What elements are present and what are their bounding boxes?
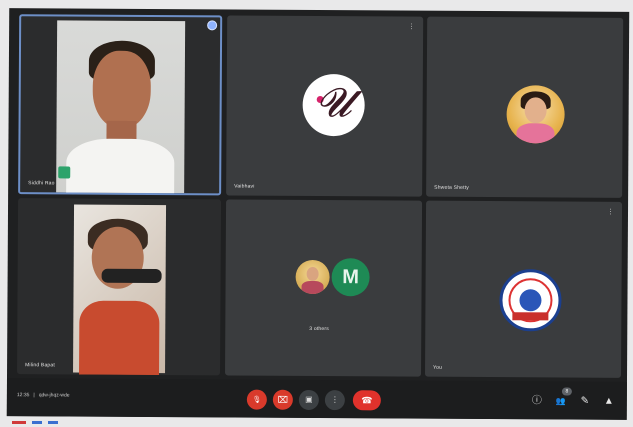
- pin-icon[interactable]: [207, 20, 218, 31]
- participant-video: [56, 20, 186, 196]
- people-icon: 👥: [555, 396, 566, 406]
- logo-core: [519, 289, 542, 312]
- info-icon: ⓘ: [531, 395, 542, 407]
- end-call-button[interactable]: ☎: [352, 390, 381, 411]
- meeting-info: 12:35 | qdw-jhqz-wde: [17, 392, 70, 398]
- mark-blue: [32, 421, 42, 424]
- participant-name: Milind Bapat: [25, 362, 56, 369]
- people-count-badge: 8: [561, 387, 572, 396]
- participant-grid: Siddhi Rao ⋮ 𝓤 Vaibhavi Shweta Shetty Mi…: [7, 8, 629, 380]
- tile-menu-icon[interactable]: ⋮: [408, 23, 415, 31]
- mic-active-icon: [58, 166, 71, 179]
- camera-off-icon: ⌧: [277, 394, 289, 405]
- activities-button[interactable]: ▲: [601, 392, 617, 412]
- present-icon: ▣: [305, 394, 313, 404]
- participant-name: Shweta Shetty: [434, 184, 470, 191]
- avatar-face: [524, 97, 547, 124]
- mark-red: [12, 421, 26, 424]
- avatar-body: [301, 280, 324, 295]
- mic-off-icon: 🎙: [252, 396, 262, 404]
- activities-icon: ▲: [603, 395, 614, 407]
- avatar: [506, 85, 565, 144]
- mic-toggle-button[interactable]: 🎙: [246, 389, 267, 410]
- avatar: [295, 259, 330, 295]
- participant-video: [73, 204, 167, 376]
- present-button[interactable]: ▣: [298, 389, 319, 411]
- meeting-details-button[interactable]: ⓘ: [529, 391, 545, 411]
- meeting-time: 12:35: [16, 392, 30, 399]
- person-glasses: [101, 268, 162, 284]
- avatar-face: [306, 266, 319, 282]
- participant-name: 3 others: [309, 325, 329, 333]
- meeting-separator: |: [33, 392, 35, 399]
- avatar-initial: M: [342, 266, 360, 289]
- participant-name: Siddhi Rao: [28, 180, 55, 187]
- chat-icon: ✎: [580, 395, 590, 407]
- logo-band: [512, 312, 549, 321]
- avatar-body: [516, 123, 555, 144]
- person-shirt: [66, 138, 175, 196]
- paper-edge-marks: [12, 421, 92, 425]
- tile-menu-icon[interactable]: ⋮: [607, 208, 614, 216]
- participant-name: You: [433, 364, 443, 371]
- meeting-code: qdw-jhqz-wde: [38, 392, 70, 399]
- people-button[interactable]: 👥 8: [553, 387, 572, 411]
- control-bar: 12:35 | qdw-jhqz-wde 🎙 ⌧ ▣ ⋮ ☎ ⓘ 👥 8 ✎ ▲: [6, 378, 627, 420]
- chat-button[interactable]: ✎: [577, 392, 593, 412]
- meet-screen: Siddhi Rao ⋮ 𝓤 Vaibhavi Shweta Shetty Mi…: [6, 8, 630, 420]
- avatar: [499, 269, 562, 332]
- mark-blue: [48, 421, 58, 424]
- person-body: [79, 300, 160, 376]
- person-face: [92, 50, 151, 129]
- more-options-button[interactable]: ⋮: [324, 390, 345, 411]
- logo-glyph: 𝓤: [315, 79, 352, 127]
- avatar: 𝓤: [302, 73, 365, 137]
- participant-tile-1[interactable]: Siddhi Rao: [18, 14, 223, 196]
- participant-tile-6[interactable]: ⋮ You: [425, 200, 623, 378]
- participant-tile-5[interactable]: M 3 others: [225, 199, 423, 377]
- more-options-icon: ⋮: [330, 395, 339, 405]
- participant-name: Vaibhavi: [234, 183, 255, 190]
- participant-tile-4[interactable]: Milind Bapat: [17, 198, 222, 376]
- participant-tile-2[interactable]: ⋮ 𝓤 Vaibhavi: [226, 15, 424, 197]
- camera-toggle-button[interactable]: ⌧: [272, 389, 293, 410]
- avatar-letter: M: [331, 258, 370, 297]
- end-call-icon: ☎: [361, 394, 373, 405]
- participant-tile-3[interactable]: Shweta Shetty: [426, 16, 624, 198]
